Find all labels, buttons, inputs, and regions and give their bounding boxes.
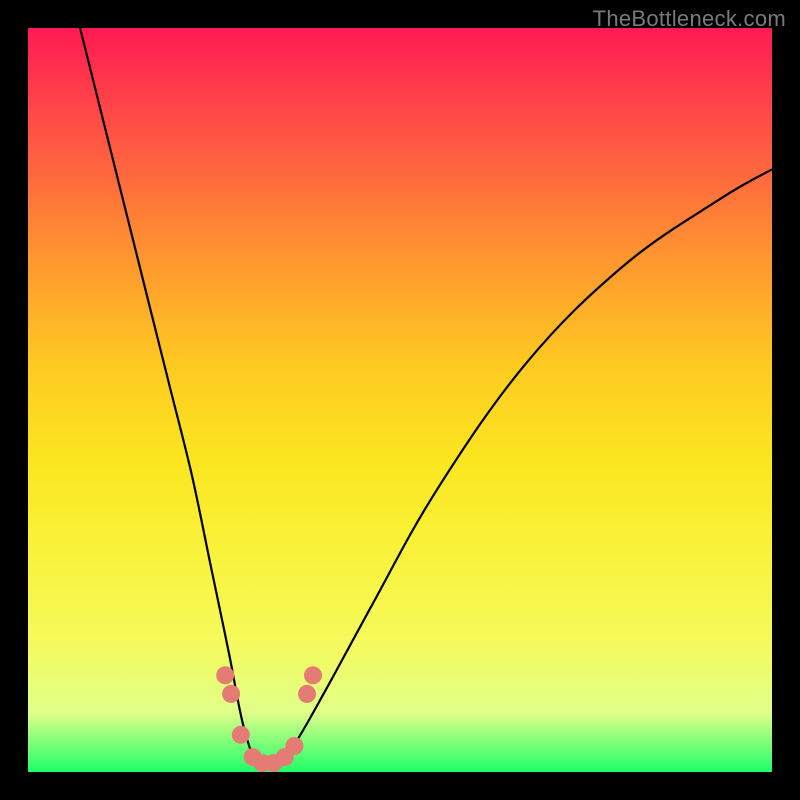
marker-group xyxy=(216,666,322,772)
data-marker xyxy=(232,726,250,744)
data-marker xyxy=(298,685,316,703)
watermark-text: TheBottleneck.com xyxy=(593,6,786,32)
data-marker xyxy=(304,666,322,684)
chart-svg xyxy=(28,28,772,772)
data-marker xyxy=(222,685,240,703)
data-marker xyxy=(285,737,303,755)
data-marker xyxy=(216,666,234,684)
plot-area xyxy=(28,28,772,772)
bottleneck-curve xyxy=(80,28,772,769)
